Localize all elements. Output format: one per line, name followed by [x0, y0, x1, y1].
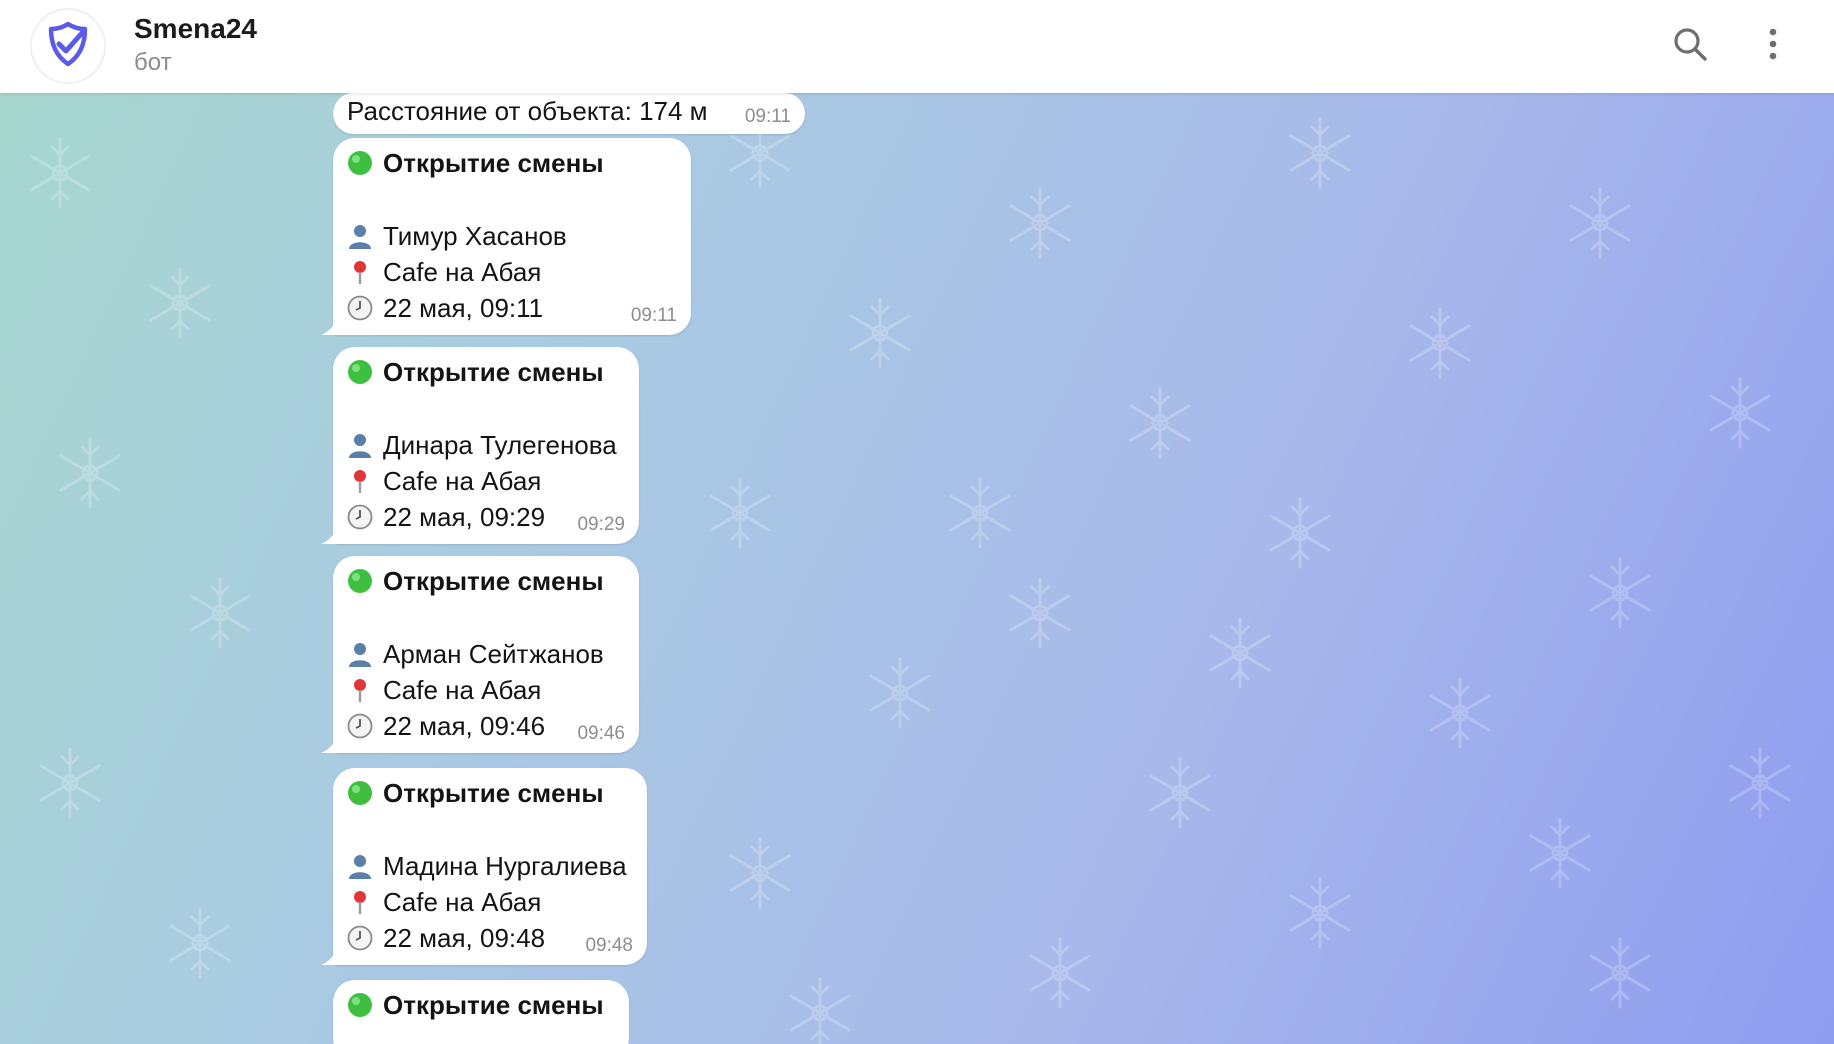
- pin-icon: [347, 259, 373, 285]
- message-heading: Открытие смены: [383, 148, 604, 178]
- chat-background: Расстояние от объекта: 174 м 09:11 Откры…: [0, 93, 1834, 1044]
- person-icon: [347, 641, 373, 667]
- shift-datetime: 22 мая, 09:11: [383, 293, 544, 323]
- bubble-tail: [321, 315, 341, 335]
- search-icon: [1672, 26, 1708, 67]
- check-shield-icon: [44, 20, 92, 73]
- chat-title-block[interactable]: Smena24 бот: [134, 12, 257, 78]
- more-vertical-icon: [1767, 27, 1779, 66]
- message-heading: Открытие смены: [383, 778, 604, 808]
- search-button[interactable]: [1664, 20, 1716, 72]
- clock-icon: [347, 713, 373, 739]
- bubble-tail: [321, 524, 341, 544]
- message-bubble[interactable]: Расстояние от объекта: 174 м 09:11: [333, 93, 805, 134]
- green-circle-icon: [347, 780, 373, 806]
- bubble-tail: [321, 945, 341, 965]
- pin-icon: [347, 468, 373, 494]
- chat-title: Smena24: [134, 13, 257, 44]
- shift-datetime: 22 мая, 09:48: [383, 923, 546, 953]
- green-circle-icon: [347, 568, 373, 594]
- location-name: Cafe на Абая: [383, 675, 542, 705]
- shift-datetime: 22 мая, 09:46: [383, 711, 546, 741]
- message-heading: Открытие смены: [383, 990, 604, 1020]
- bot-avatar[interactable]: [30, 8, 106, 84]
- message-bubble[interactable]: Открытие смены Тимур Хасанов Cafe на Аба…: [321, 138, 691, 335]
- green-circle-icon: [347, 150, 373, 176]
- employee-name: Динара Тулегенова: [383, 430, 617, 460]
- message-time: 09:46: [577, 723, 625, 744]
- pin-icon: [347, 677, 373, 703]
- message-time: 09:48: [585, 935, 633, 956]
- more-menu-button[interactable]: [1747, 20, 1799, 72]
- chat-header: Smena24 бот: [0, 0, 1834, 93]
- person-icon: [347, 223, 373, 249]
- message-bubble[interactable]: Открытие смены Арман Сейтжанов Cafe на А…: [321, 556, 639, 753]
- clock-icon: [347, 295, 373, 321]
- message-time: 09:11: [630, 305, 677, 326]
- location-name: Cafe на Абая: [383, 257, 542, 287]
- message-heading: Открытие смены: [383, 566, 604, 596]
- message-text: Расстояние от объекта: 174 м: [347, 96, 708, 126]
- message-bubble[interactable]: Открытие смены Динара Тулегенова Cafe на…: [321, 347, 639, 544]
- message-time: 09:11: [744, 106, 791, 127]
- green-circle-icon: [347, 359, 373, 385]
- chat-subtitle: бот: [134, 49, 172, 76]
- clock-icon: [347, 504, 373, 530]
- employee-name: Арман Сейтжанов: [383, 639, 604, 669]
- message-bubble[interactable]: Открытие смены Мадина Нургалиева Cafe на…: [321, 768, 647, 965]
- pin-icon: [347, 889, 373, 915]
- snowflake-pattern: [29, 117, 1791, 1044]
- bubble-tail: [321, 733, 341, 753]
- message-heading: Открытие смены: [383, 357, 604, 387]
- clock-icon: [347, 925, 373, 951]
- location-name: Cafe на Абая: [383, 466, 542, 496]
- telegram-chat-window: Smena24 бот Расстояние от объекта: 174 м…: [0, 0, 1834, 1044]
- message-time: 09:29: [577, 514, 625, 535]
- employee-name: Мадина Нургалиева: [383, 851, 627, 881]
- green-circle-icon: [347, 992, 373, 1018]
- employee-name: Тимур Хасанов: [383, 221, 567, 251]
- message-bubble[interactable]: Открытие смены: [333, 980, 629, 1044]
- person-icon: [347, 432, 373, 458]
- person-icon: [347, 853, 373, 879]
- location-name: Cafe на Абая: [383, 887, 542, 917]
- shift-datetime: 22 мая, 09:29: [383, 502, 546, 532]
